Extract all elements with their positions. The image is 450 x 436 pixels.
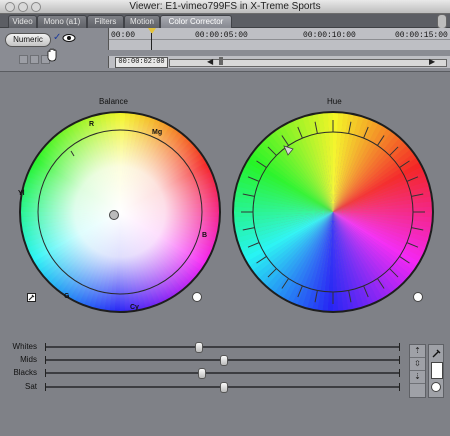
timeline-ruler[interactable]: 00:00 00:00:05:00 00:00:10:00 00:00:15:0… <box>108 28 450 50</box>
balance-label-mg: Mg <box>152 129 163 136</box>
blacks-track[interactable] <box>45 372 400 374</box>
match-color-swatch[interactable] <box>431 362 443 379</box>
auto-white-level-button[interactable]: ⇡ <box>410 345 425 358</box>
blacks-thumb[interactable] <box>198 368 207 379</box>
timecode-10s: 00:00:10:00 <box>303 31 356 40</box>
hue-reset-button[interactable] <box>413 292 423 302</box>
keyframe-add-button[interactable] <box>30 55 39 64</box>
timecode-5s: 00:00:05:00 <box>195 31 248 40</box>
zoom-left-arrow-icon[interactable]: ◀ <box>207 57 213 66</box>
hue-wheel[interactable] <box>230 109 436 315</box>
slider-whites: Whites <box>5 342 405 353</box>
zoom-right-arrow-icon[interactable]: ▶ <box>429 57 435 66</box>
auto-black-level-button[interactable]: ⇣ <box>410 371 425 384</box>
hand-icon[interactable] <box>45 48 59 62</box>
sat-cap-right <box>399 383 400 391</box>
viewer-window: Viewer: E1-vimeo799FS in X-Treme Sports … <box>0 0 450 436</box>
tab-mono-a1[interactable]: Mono (a1) <box>37 15 87 28</box>
balance-reset-button[interactable] <box>192 292 202 302</box>
close-window-button[interactable] <box>5 2 15 12</box>
slider-blacks: Blacks <box>5 368 405 379</box>
balance-label-g: G <box>64 293 70 300</box>
eyedropper-icon[interactable] <box>432 347 441 358</box>
blacks-label: Blacks <box>13 368 37 377</box>
check-icon[interactable]: ✓ <box>53 32 61 43</box>
tab-bar: Video Mono (a1) Filters Motion Color Cor… <box>0 14 450 29</box>
balance-eyedropper-icon[interactable] <box>27 293 36 302</box>
timecode-start: 00:00 <box>111 31 136 40</box>
eye-icon[interactable] <box>62 33 76 43</box>
whites-cap-left <box>45 343 46 351</box>
auto-level-buttons: ⇡ ⇳ ⇣ <box>409 344 426 398</box>
minimize-window-button[interactable] <box>18 2 28 12</box>
whites-thumb[interactable] <box>194 342 203 353</box>
hue-title: Hue <box>327 97 342 106</box>
whites-label: Whites <box>12 342 37 351</box>
keyframe-prev-button[interactable] <box>19 55 28 64</box>
window-resize-knob[interactable] <box>437 14 447 29</box>
tab-filters[interactable]: Filters <box>87 15 124 28</box>
timecode-15s: 00:00:15:00 <box>395 31 448 40</box>
contrast-icon: ⇳ <box>414 359 421 368</box>
playhead-line <box>151 33 152 50</box>
mids-cap-right <box>399 356 400 364</box>
blacks-cap-right <box>399 369 400 377</box>
arrow-down-icon: ⇣ <box>414 372 421 381</box>
zoom-window-button[interactable] <box>31 2 41 12</box>
balance-title: Balance <box>99 97 128 106</box>
current-timecode-field[interactable]: 00:00:02:00 <box>115 57 168 68</box>
tab-video[interactable]: Video <box>8 15 37 28</box>
zoom-slider-thumb[interactable] <box>219 57 223 65</box>
balance-label-r: R <box>89 121 95 128</box>
balance-wheel[interactable] <box>17 109 223 315</box>
playhead-marker[interactable] <box>148 28 156 34</box>
color-corrector-panel: Balance Hue R Mg Yl B G Cy Whites Mids B… <box>0 72 450 436</box>
balance-label-b: B <box>202 232 208 239</box>
scrubber-bar: 00:00:02:00 ◀ ▶ <box>108 56 450 68</box>
tab-color-corrector[interactable]: Color Corrector <box>160 15 232 28</box>
sat-label: Sat <box>24 382 37 391</box>
mids-label: Mids <box>20 355 37 364</box>
balance-label-yl: Yl <box>18 190 25 197</box>
numeric-button[interactable]: Numeric <box>5 33 51 47</box>
mids-cap-left <box>45 356 46 364</box>
sat-thumb[interactable] <box>219 382 228 393</box>
slider-mids: Mids <box>5 355 405 366</box>
toolbar: Numeric ✓ 00:00 00:00:05:00 00:00:10:00 … <box>0 28 450 72</box>
arrow-up-icon: ⇡ <box>414 346 421 355</box>
title-bar: Viewer: E1-vimeo799FS in X-Treme Sports <box>0 0 450 14</box>
mids-thumb[interactable] <box>219 355 228 366</box>
slider-sat: Sat <box>5 382 405 393</box>
match-color-tools <box>428 344 444 398</box>
window-title: Viewer: E1-vimeo799FS in X-Treme Sports <box>129 1 321 12</box>
balance-label-cy: Cy <box>130 304 139 311</box>
whites-cap-right <box>399 343 400 351</box>
whites-track[interactable] <box>45 346 400 348</box>
match-reset-button[interactable] <box>431 382 441 392</box>
balance-center-handle[interactable] <box>109 210 119 220</box>
sat-cap-left <box>45 383 46 391</box>
blacks-cap-left <box>45 369 46 377</box>
auto-contrast-button[interactable]: ⇳ <box>410 358 425 371</box>
tab-motion[interactable]: Motion <box>124 15 160 28</box>
